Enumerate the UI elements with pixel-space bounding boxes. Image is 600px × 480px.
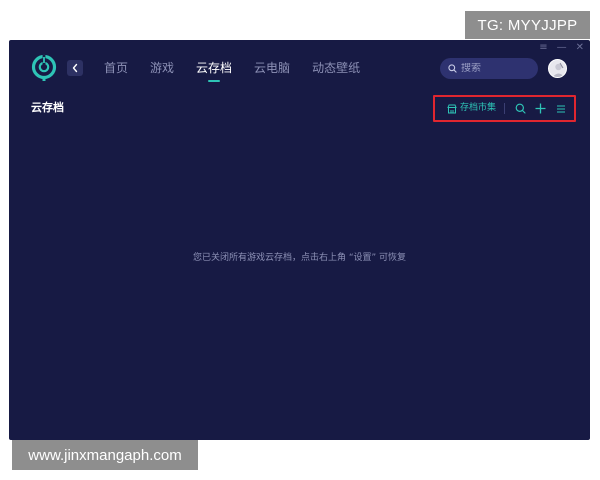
avatar[interactable] — [548, 59, 567, 78]
menu-button[interactable] — [554, 102, 567, 115]
save-market-button[interactable]: 存档市集 — [447, 103, 496, 114]
search-icon — [515, 103, 526, 114]
app-logo-icon[interactable] — [31, 54, 57, 82]
search-icon — [448, 64, 457, 73]
title-bar: 首页 游戏 云存档 云电脑 动态壁纸 — [9, 52, 590, 88]
add-button[interactable] — [534, 102, 547, 115]
nav-live-wallpaper[interactable]: 动态壁纸 — [312, 59, 360, 77]
empty-state-message: 您已关闭所有游戏云存档，点击右上角 “设置” 可恢复 — [192, 253, 407, 263]
search-input[interactable] — [461, 63, 531, 74]
main-nav: 首页 游戏 云存档 云电脑 动态壁纸 — [104, 59, 382, 77]
save-market-label: 存档市集 — [460, 103, 497, 113]
search-box[interactable] — [440, 58, 538, 79]
nav-cloud-pc[interactable]: 云电脑 — [254, 59, 290, 77]
nav-cloud-saves[interactable]: 云存档 — [196, 59, 232, 77]
store-icon — [447, 104, 457, 113]
page: ≡ — ✕ 首页 游戏 云存档 云电脑 动态壁纸 搜索 云存档 存档市集 您已关… — [0, 0, 600, 480]
toolbar-search-button[interactable] — [514, 102, 527, 115]
nav-games[interactable]: 游戏 — [150, 59, 174, 77]
menu-icon — [556, 104, 565, 113]
page-title: 云存档 — [31, 101, 64, 114]
back-button[interactable] — [67, 60, 83, 76]
toolbar-highlight: 存档市集 — [433, 95, 576, 122]
chevron-left-icon — [72, 63, 78, 73]
nav-home[interactable]: 首页 — [104, 59, 128, 77]
toolbar-divider — [504, 103, 505, 114]
plus-icon — [535, 103, 546, 114]
watermark-overlay: www.jinxmangaph.com — [12, 440, 198, 470]
app-window: ≡ — ✕ 首页 游戏 云存档 云电脑 动态壁纸 搜索 云存档 存档市集 您已关… — [9, 40, 590, 440]
tg-badge-overlay: TG: MYYJJPP — [465, 11, 590, 39]
